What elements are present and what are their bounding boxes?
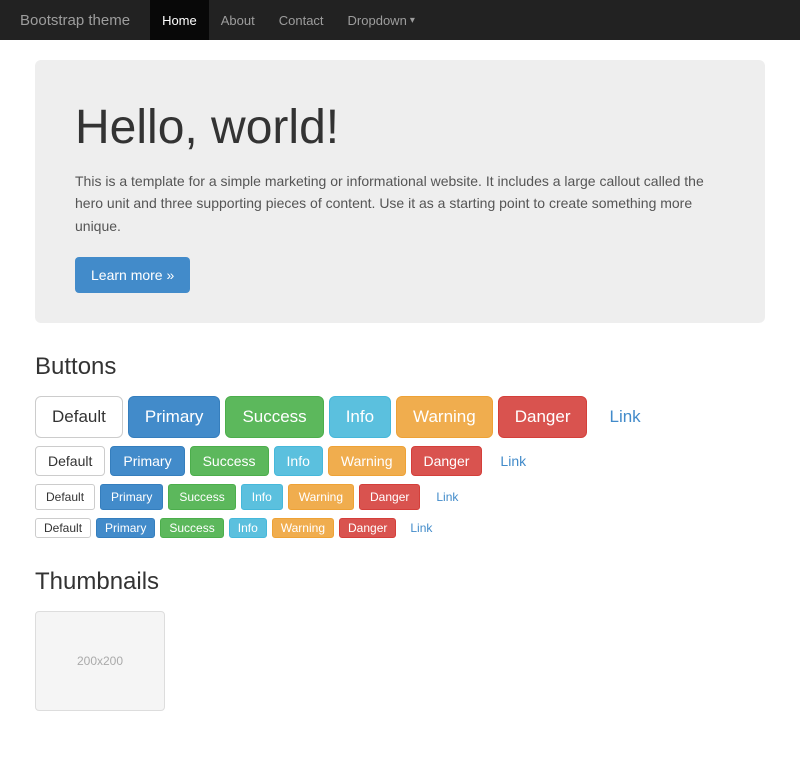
buttons-section-title: Buttons [35, 353, 765, 381]
thumbnail-item[interactable]: 200x200 [35, 611, 165, 711]
button-row-default: Default Primary Success Info Warning Dan… [35, 446, 765, 476]
btn-success-md[interactable]: Success [190, 446, 269, 476]
hero-title: Hello, world! [75, 100, 725, 155]
btn-warning-md[interactable]: Warning [328, 446, 406, 476]
button-row-large: Default Primary Success Info Warning Dan… [35, 396, 765, 438]
thumbnails-section: Thumbnails 200x200 [35, 568, 765, 711]
btn-danger-md[interactable]: Danger [411, 446, 483, 476]
hero-description: This is a template for a simple marketin… [75, 170, 725, 237]
btn-warning-xs[interactable]: Warning [272, 518, 334, 538]
button-row-small: Default Primary Success Info Warning Dan… [35, 484, 765, 510]
nav-item-home[interactable]: Home [150, 0, 209, 40]
btn-primary-sm[interactable]: Primary [100, 484, 163, 510]
btn-link-xs[interactable]: Link [401, 518, 441, 538]
thumbnail-label: 200x200 [77, 654, 123, 668]
btn-default-xs[interactable]: Default [35, 518, 91, 538]
button-row-xsmall: Default Primary Success Info Warning Dan… [35, 518, 765, 538]
btn-warning-sm[interactable]: Warning [288, 484, 354, 510]
nav-items: Home About Contact Dropdown ▾ [150, 0, 427, 40]
main-container: Hello, world! This is a template for a s… [20, 40, 780, 761]
btn-info-xs[interactable]: Info [229, 518, 267, 538]
nav-item-dropdown[interactable]: Dropdown ▾ [336, 0, 427, 40]
btn-danger-sm[interactable]: Danger [359, 484, 420, 510]
learn-more-button[interactable]: Learn more » [75, 257, 190, 293]
btn-default-md[interactable]: Default [35, 446, 105, 476]
btn-link-md[interactable]: Link [487, 446, 539, 476]
btn-primary-xs[interactable]: Primary [96, 518, 155, 538]
nav-item-about[interactable]: About [209, 0, 267, 40]
thumbnails-section-title: Thumbnails [35, 568, 765, 596]
buttons-section: Buttons Default Primary Success Info War… [35, 353, 765, 538]
btn-danger-lg[interactable]: Danger [498, 396, 588, 438]
btn-default-lg[interactable]: Default [35, 396, 123, 438]
navbar: Bootstrap theme Home About Contact Dropd… [0, 0, 800, 40]
btn-primary-md[interactable]: Primary [110, 446, 184, 476]
hero-unit: Hello, world! This is a template for a s… [35, 60, 765, 323]
btn-success-sm[interactable]: Success [168, 484, 235, 510]
btn-info-sm[interactable]: Info [241, 484, 283, 510]
dropdown-arrow-icon: ▾ [410, 15, 415, 26]
btn-primary-lg[interactable]: Primary [128, 396, 221, 438]
btn-info-md[interactable]: Info [274, 446, 323, 476]
btn-link-sm[interactable]: Link [425, 484, 469, 510]
btn-success-lg[interactable]: Success [225, 396, 323, 438]
btn-default-sm[interactable]: Default [35, 484, 95, 510]
btn-link-lg[interactable]: Link [592, 396, 657, 438]
btn-danger-xs[interactable]: Danger [339, 518, 396, 538]
nav-item-contact[interactable]: Contact [267, 0, 336, 40]
btn-success-xs[interactable]: Success [160, 518, 223, 538]
navbar-brand[interactable]: Bootstrap theme [20, 12, 130, 29]
btn-warning-lg[interactable]: Warning [396, 396, 493, 438]
btn-info-lg[interactable]: Info [329, 396, 391, 438]
